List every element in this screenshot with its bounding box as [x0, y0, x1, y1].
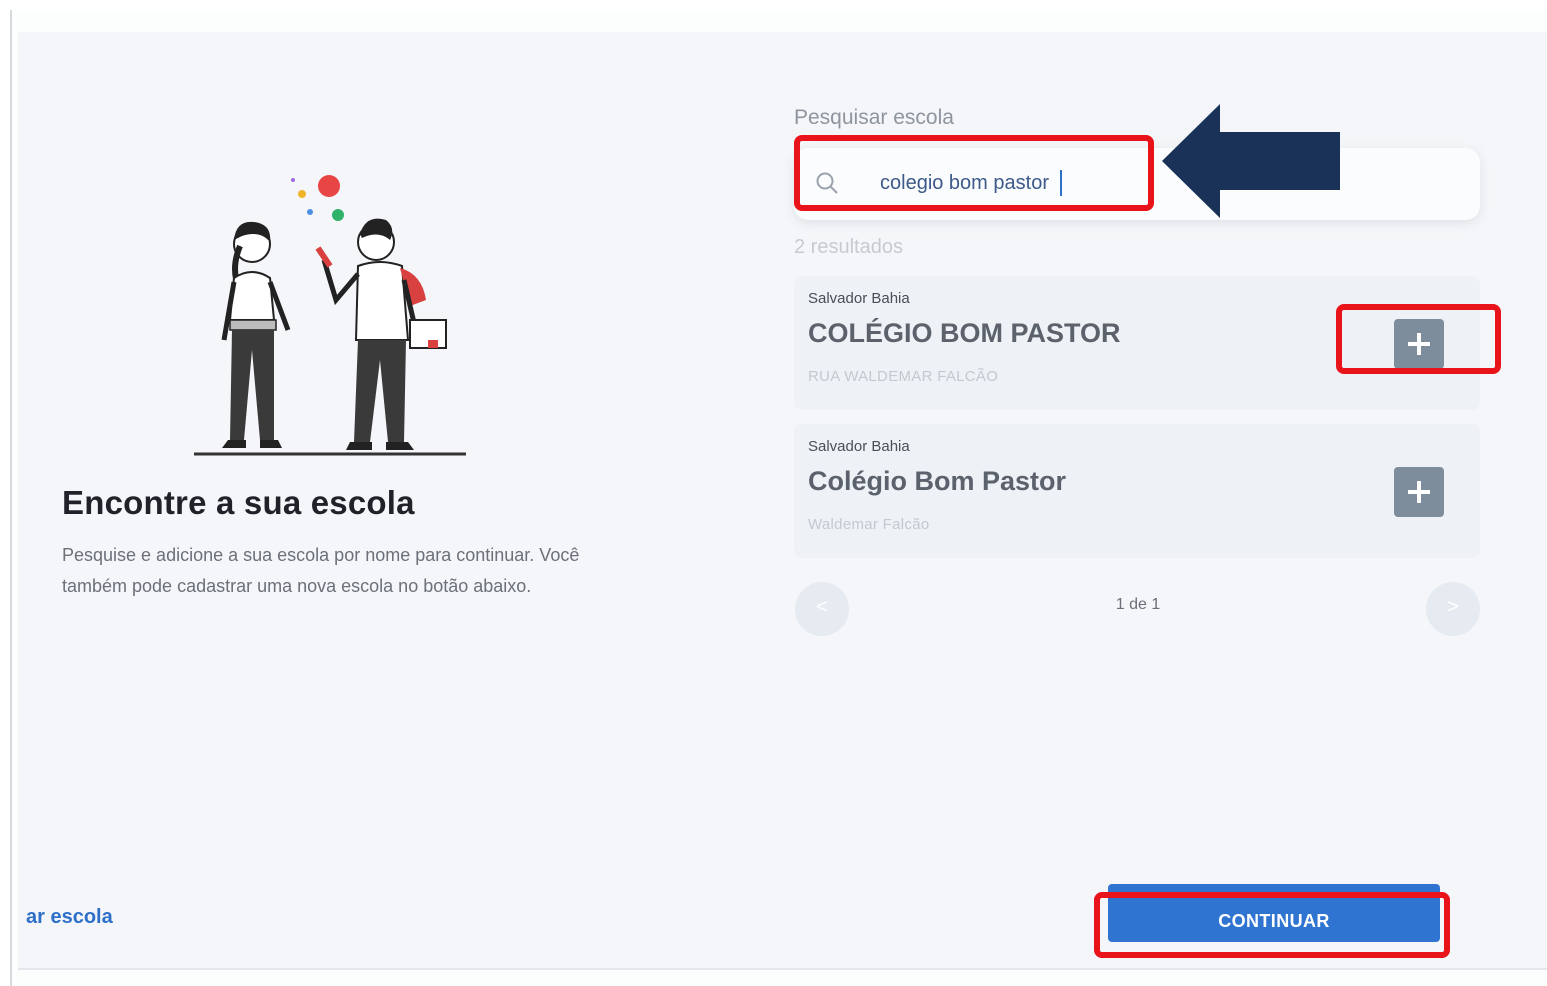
result-city: Salvador Bahia: [808, 290, 910, 307]
add-school-button[interactable]: [1394, 467, 1444, 517]
result-address: RUA WALDEMAR FALCÃO: [808, 368, 999, 385]
chevron-right-icon: >: [1447, 596, 1459, 618]
arrow-left-icon: [1162, 104, 1340, 218]
pagination-text: 1 de 1: [1115, 596, 1161, 613]
highlight-box: [1094, 892, 1450, 958]
bottom-divider: [18, 968, 1547, 970]
page-description: Pesquise e adicione a sua escola por nom…: [62, 545, 580, 596]
result-school-name: COLÉGIO BOM PASTOR: [808, 318, 1121, 348]
page-title: Encontre a sua escola: [62, 484, 415, 521]
result-card: Salvador Bahia Colégio Bom Pastor Waldem…: [794, 424, 1480, 558]
result-address: Waldemar Falcão: [808, 516, 930, 533]
result-city: Salvador Bahia: [808, 438, 910, 455]
students-illustration: [194, 175, 466, 456]
prev-page-button[interactable]: <: [795, 582, 849, 636]
result-school-name: Colégio Bom Pastor: [808, 466, 1067, 496]
plus-icon: [1408, 481, 1430, 503]
highlight-box: [1336, 304, 1501, 374]
chevron-left-icon: <: [816, 596, 828, 618]
register-school-link[interactable]: ar escola: [26, 906, 113, 929]
next-page-button[interactable]: >: [1426, 582, 1480, 636]
search-label: Pesquisar escola: [794, 106, 954, 129]
results-count: 2 resultados: [794, 236, 903, 258]
highlight-box: [794, 135, 1154, 211]
